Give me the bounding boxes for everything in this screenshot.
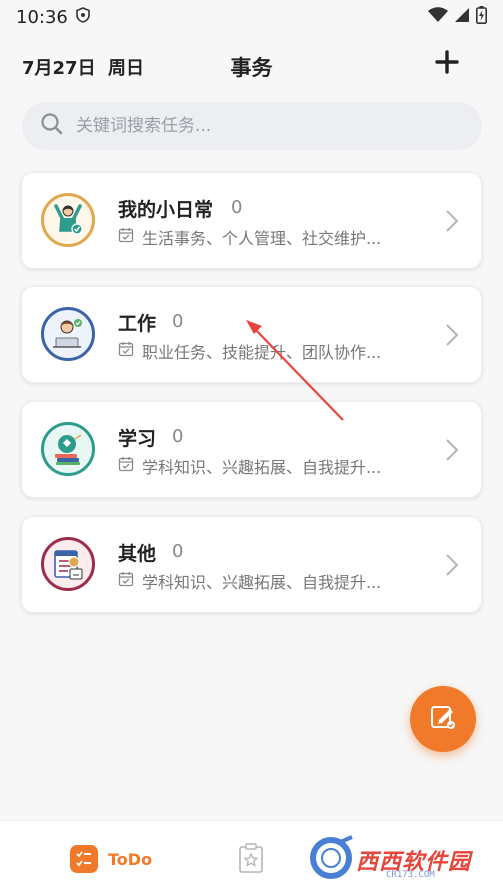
card-description-text: 职业任务、技能提升、团队协作... <box>142 343 382 362</box>
watermark-subtext: CR173.COM <box>386 870 435 880</box>
plus-icon <box>435 50 459 78</box>
category-card-other[interactable]: 其他 0 学科知识、兴趣拓展、自我提升... <box>21 516 482 613</box>
card-count: 0 <box>172 426 184 447</box>
card-description-text: 学科知识、兴趣拓展、自我提升... <box>142 573 382 592</box>
status-bar: 10:36 <box>0 0 503 34</box>
category-card-daily[interactable]: 我的小日常 0 生活事务、个人管理、社交维护... <box>21 172 482 269</box>
new-task-fab[interactable] <box>410 686 476 752</box>
search-input[interactable] <box>74 115 458 137</box>
chevron-right-icon <box>445 438 459 466</box>
page-title: 事务 <box>230 56 273 80</box>
daily-person-icon <box>41 193 95 247</box>
card-title: 我的小日常 <box>118 199 214 221</box>
calendar-check-icon <box>118 456 134 476</box>
chevron-right-icon <box>445 553 459 581</box>
shield-icon <box>76 6 90 28</box>
category-card-work[interactable]: 工作 0 职业任务、技能提升、团队协作... <box>21 286 482 383</box>
search-icon <box>40 112 64 140</box>
card-count: 0 <box>231 197 243 218</box>
chevron-right-icon <box>445 323 459 351</box>
work-laptop-icon <box>41 307 95 361</box>
card-description-text: 生活事务、个人管理、社交维护... <box>142 229 382 248</box>
card-description: 生活事务、个人管理、社交维护... <box>118 225 381 249</box>
card-description-text: 学科知识、兴趣拓展、自我提升... <box>142 458 382 477</box>
clipboard-star-icon <box>238 843 264 877</box>
header: 7月27日 周日 事务 <box>0 48 503 88</box>
nav-tab-todo-label: ToDo <box>108 849 153 869</box>
watermark: 西西软件园 CR173.COM <box>308 834 498 886</box>
watermark-logo-icon <box>308 835 354 885</box>
card-description: 学科知识、兴趣拓展、自我提升... <box>118 454 381 478</box>
wifi-icon <box>428 6 448 28</box>
calendar-check-icon <box>118 571 134 591</box>
chevron-right-icon <box>445 209 459 237</box>
status-time: 10:36 <box>16 6 68 28</box>
calendar-list-icon <box>41 537 95 591</box>
category-card-study[interactable]: 学习 0 学科知识、兴趣拓展、自我提升... <box>21 401 482 498</box>
card-count: 0 <box>172 311 184 332</box>
checklist-icon <box>70 845 98 873</box>
add-button[interactable] <box>431 48 463 80</box>
card-title: 工作 <box>118 313 157 335</box>
card-description: 学科知识、兴趣拓展、自我提升... <box>118 569 381 593</box>
calendar-check-icon <box>118 227 134 247</box>
study-books-icon <box>41 422 95 476</box>
signal-icon <box>454 7 470 28</box>
search-bar[interactable] <box>22 102 482 150</box>
card-count: 0 <box>172 541 184 562</box>
card-description: 职业任务、技能提升、团队协作... <box>118 339 381 363</box>
battery-icon <box>476 5 487 29</box>
edit-note-icon <box>428 702 458 736</box>
nav-tab-clipboard[interactable] <box>238 843 264 877</box>
card-title: 学习 <box>118 428 157 450</box>
card-title: 其他 <box>118 543 157 565</box>
calendar-check-icon <box>118 341 134 361</box>
nav-tab-todo[interactable]: ToDo <box>70 845 152 873</box>
